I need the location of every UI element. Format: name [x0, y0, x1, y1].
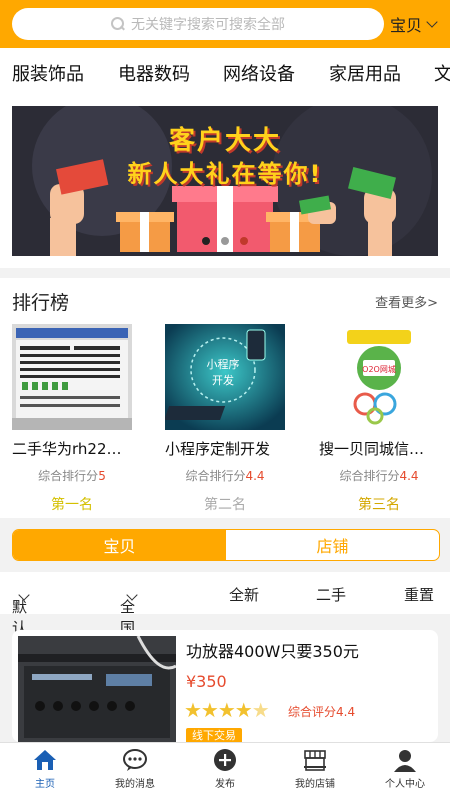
- ranking-item-name: 二手华为rh22…: [12, 440, 122, 458]
- search-type-dropdown[interactable]: 宝贝: [390, 10, 438, 38]
- search-type-label: 宝贝: [390, 16, 423, 35]
- type-segment-control: 宝贝 店铺: [12, 529, 440, 561]
- publish-icon: [214, 749, 236, 771]
- product-price: ¥350: [186, 672, 227, 691]
- tab-profile[interactable]: 个人中心: [360, 743, 450, 800]
- ranking-item-name: 搜一贝同城信…: [319, 440, 425, 458]
- banner-headline-1: 客户大大: [168, 126, 281, 156]
- ranking-item[interactable]: 小程序 开发 小程序定制开发 综合排行分4.4 第二名: [165, 324, 305, 514]
- filter-bar: 默认 全国 全新 二手 重置: [0, 572, 450, 637]
- tab-label: 我的店铺: [295, 779, 335, 790]
- thumb-text-line2: 开发: [212, 373, 234, 387]
- ranking-item-name: 小程序定制开发: [165, 440, 271, 458]
- tab-shop[interactable]: 我的店铺: [270, 743, 360, 800]
- tab-publish[interactable]: 发布: [180, 743, 270, 800]
- tab-label: 我的消息: [115, 779, 155, 790]
- category-item[interactable]: 电器数码: [118, 60, 190, 86]
- search-placeholder: 无关键字搜索可搜索全部: [131, 17, 285, 33]
- carousel-dot[interactable]: [221, 237, 229, 245]
- category-item[interactable]: 家居用品: [329, 60, 401, 86]
- home-icon: [34, 750, 56, 770]
- tab-label: 主页: [35, 779, 55, 790]
- top-bar: 无关键字搜索可搜索全部 宝贝: [0, 0, 450, 48]
- segment-shops[interactable]: 店铺: [226, 530, 439, 560]
- user-icon: [394, 750, 416, 772]
- ranking-position: 第三名: [358, 497, 400, 513]
- see-more-link[interactable]: 查看更多>: [375, 292, 438, 311]
- ranking-section: 排行榜 查看更多> 二手华为rh22… 综合排行分5 第一名 小程序 开发 小程…: [0, 278, 450, 518]
- product-thumbnail: 小程序 开发: [165, 324, 285, 430]
- category-nav: 服装饰品 电器数码 网络设备 家居用品 文: [0, 48, 450, 96]
- filter-new[interactable]: 全新: [229, 584, 259, 605]
- banner-section: 客户大大 新人大礼在等你!: [0, 96, 450, 268]
- product-title: 功放器400W只要350元: [186, 642, 359, 661]
- category-item[interactable]: 服装饰品: [12, 60, 84, 86]
- shop-icon: [304, 750, 326, 771]
- product-score: 综合评分4.4: [288, 705, 356, 719]
- tab-home[interactable]: 主页: [0, 743, 90, 800]
- carousel-dot[interactable]: [202, 237, 210, 245]
- ranking-position: 第一名: [51, 497, 93, 513]
- filter-reset[interactable]: 重置: [404, 584, 434, 605]
- ranking-title: 排行榜: [12, 292, 70, 314]
- ranking-item-score: 综合排行分4.4: [339, 469, 419, 483]
- offline-trade-badge: 线下交易: [186, 728, 242, 742]
- ranking-position: 第二名: [204, 497, 246, 513]
- category-item[interactable]: 文: [434, 60, 450, 86]
- category-item[interactable]: 网络设备: [223, 60, 295, 86]
- product-thumbnail: O2O网城: [319, 324, 439, 430]
- ranking-item[interactable]: 二手华为rh22… 综合排行分5 第一名: [12, 324, 152, 514]
- tab-messages[interactable]: 我的消息: [90, 743, 180, 800]
- search-input[interactable]: 无关键字搜索可搜索全部: [12, 8, 384, 40]
- message-icon: [123, 749, 147, 771]
- rating-stars: ★★★★★: [184, 698, 270, 722]
- product-card[interactable]: 功放器400W只要350元 ¥350 ★★★★★ 综合评分4.4 线下交易: [12, 630, 438, 742]
- tab-label: 发布: [215, 779, 235, 790]
- svg-text:O2O网城: O2O网城: [362, 365, 396, 374]
- carousel-dot[interactable]: [240, 237, 248, 245]
- thumb-text-line1: 小程序: [207, 357, 240, 371]
- bottom-tab-bar: 主页 我的消息 发布 我的店铺 个人中心: [0, 742, 450, 800]
- product-image: [18, 636, 176, 742]
- ranking-item-score: 综合排行分5: [38, 469, 106, 483]
- ranking-item[interactable]: O2O网城 搜一贝同城信… 综合排行分4.4 第三名: [319, 324, 450, 514]
- segment-items[interactable]: 宝贝: [13, 530, 226, 560]
- search-icon: [111, 17, 125, 31]
- chevron-down-icon: [426, 15, 438, 28]
- ranking-item-score: 综合排行分4.4: [185, 469, 265, 483]
- banner-headline-2: 新人大礼在等你!: [127, 160, 323, 188]
- promo-banner[interactable]: 客户大大 新人大礼在等你!: [12, 106, 438, 256]
- tab-label: 个人中心: [385, 779, 425, 790]
- filter-used[interactable]: 二手: [316, 584, 346, 605]
- product-thumbnail: [12, 324, 132, 430]
